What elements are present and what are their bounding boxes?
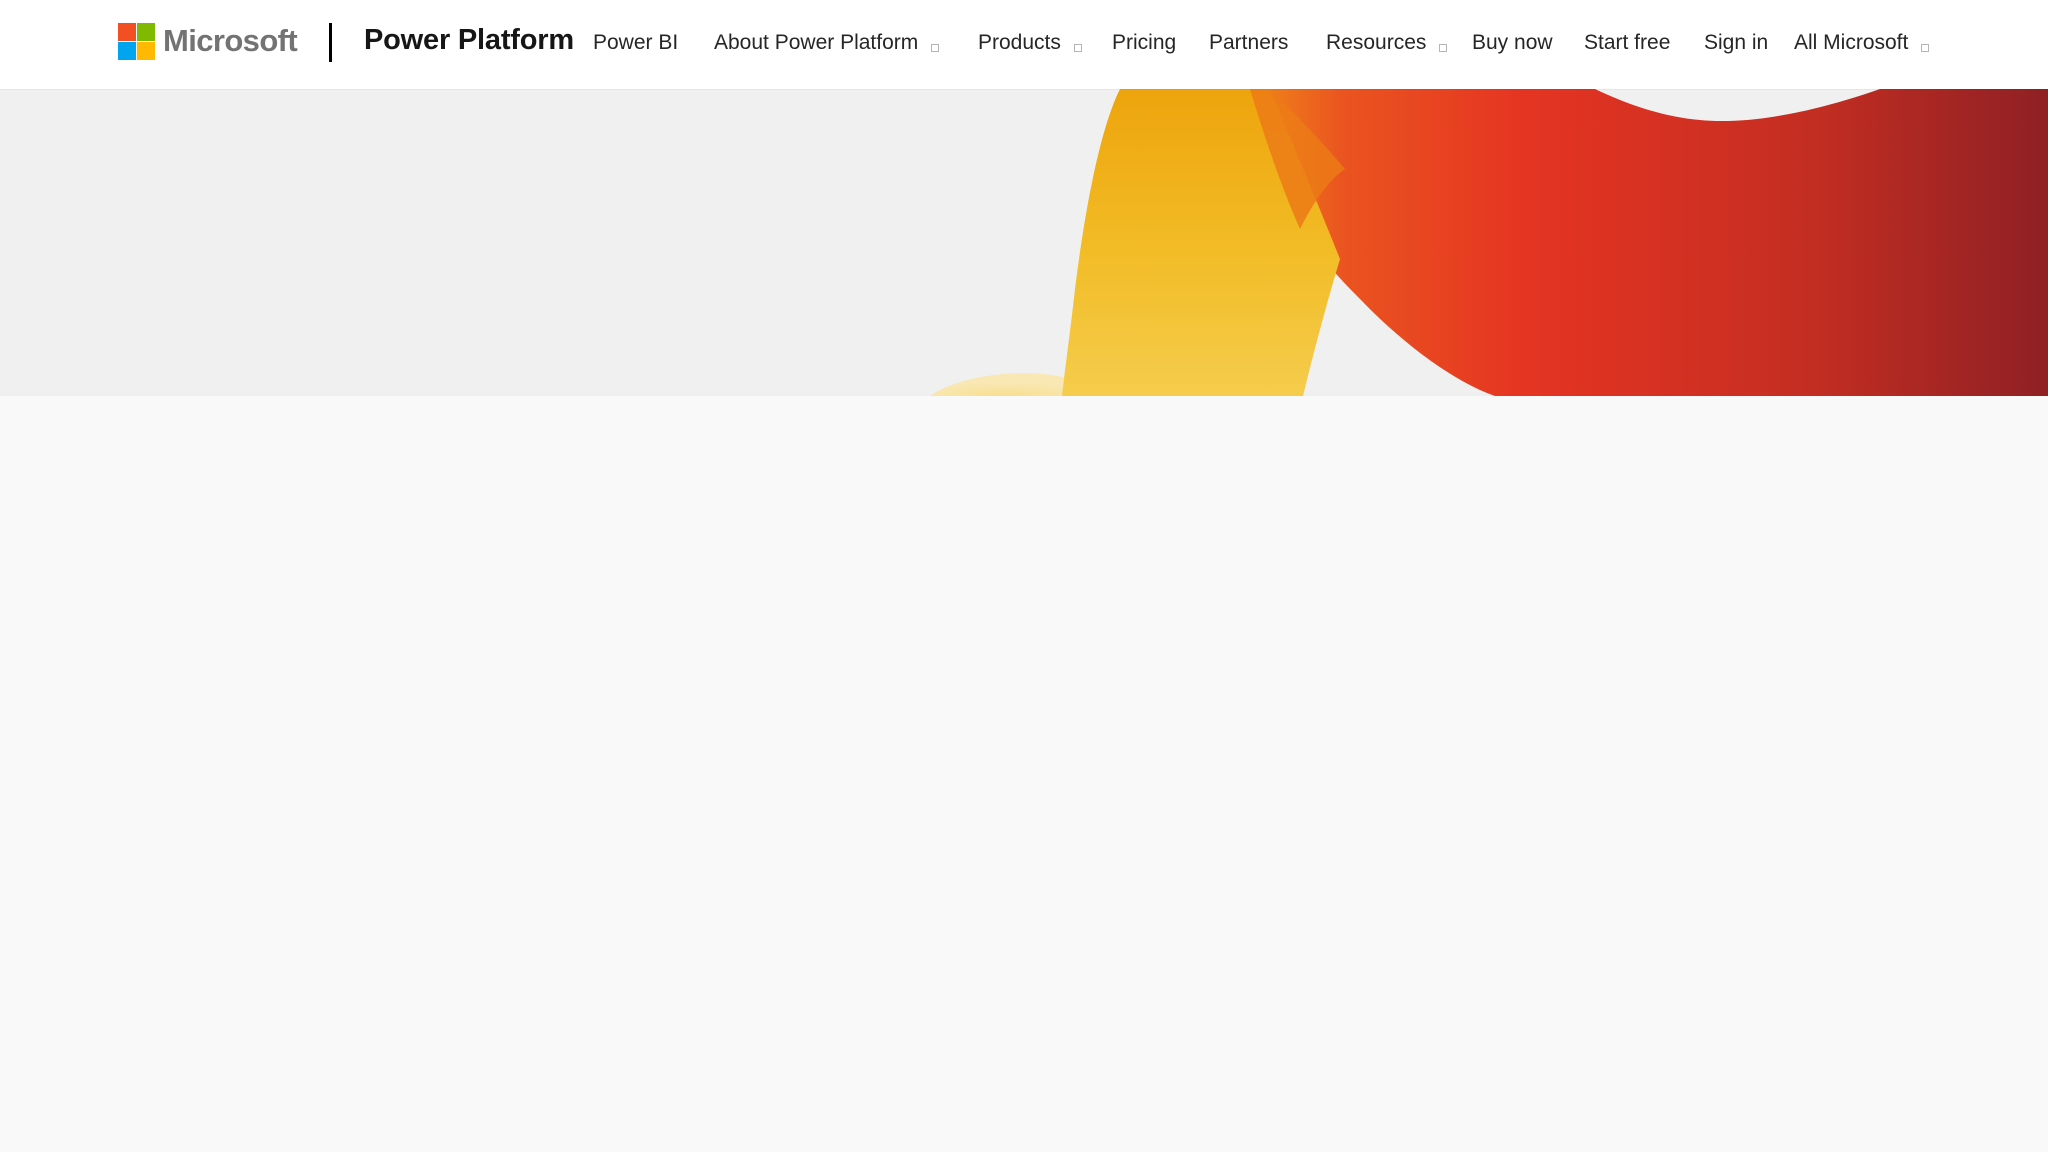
chevron-down-icon (1921, 44, 1930, 52)
hero-banner (0, 89, 2048, 396)
microsoft-wordmark: Microsoft (163, 23, 298, 58)
chevron-down-icon (1073, 44, 1082, 52)
nav-label: Start free (1584, 31, 1671, 54)
nav-sign-in[interactable]: Sign in (1704, 28, 1768, 58)
nav-label: Sign in (1704, 31, 1769, 54)
nav-label: All Microsoft (1794, 31, 1909, 54)
nav-products[interactable]: Products (978, 28, 1082, 58)
nav-all-microsoft[interactable]: All Microsoft (1794, 28, 1930, 58)
logo-square-yellow (137, 41, 155, 60)
nav-label: Pricing (1112, 31, 1177, 54)
product-name-link[interactable]: Power Platform (364, 24, 574, 57)
hero-pale-blob (930, 373, 1080, 396)
hero-ribbon-graphic (930, 89, 2048, 396)
nav-label: Products (978, 31, 1061, 54)
nav-buy-now[interactable]: Buy now (1472, 28, 1553, 58)
chevron-down-icon (1439, 44, 1448, 52)
site-header: Microsoft Power Platform Power BI About … (0, 0, 2048, 89)
microsoft-logo-icon (118, 22, 155, 60)
microsoft-logo-link[interactable]: Microsoft (118, 21, 298, 61)
nav-label: Resources (1326, 31, 1427, 54)
nav-pricing[interactable]: Pricing (1112, 28, 1176, 58)
nav-about-power-platform[interactable]: About Power Platform (714, 28, 940, 58)
logo-square-green (137, 22, 155, 41)
nav-label: Partners (1209, 31, 1289, 54)
logo-square-blue (118, 41, 136, 60)
main-content-area (0, 396, 2048, 1152)
nav-label: Buy now (1472, 31, 1553, 54)
nav-partners[interactable]: Partners (1209, 28, 1288, 58)
page: Microsoft Power Platform Power BI About … (0, 0, 2048, 1152)
nav-start-free[interactable]: Start free (1584, 28, 1670, 58)
nav-label: Power BI (593, 31, 679, 54)
logo-square-red (118, 22, 136, 41)
nav-power-bi[interactable]: Power BI (593, 28, 678, 58)
hero-red-ribbon (1246, 89, 2048, 396)
nav-resources[interactable]: Resources (1326, 28, 1448, 58)
nav-label: About Power Platform (714, 31, 919, 54)
brand-divider (329, 23, 332, 62)
chevron-down-icon (931, 44, 940, 52)
